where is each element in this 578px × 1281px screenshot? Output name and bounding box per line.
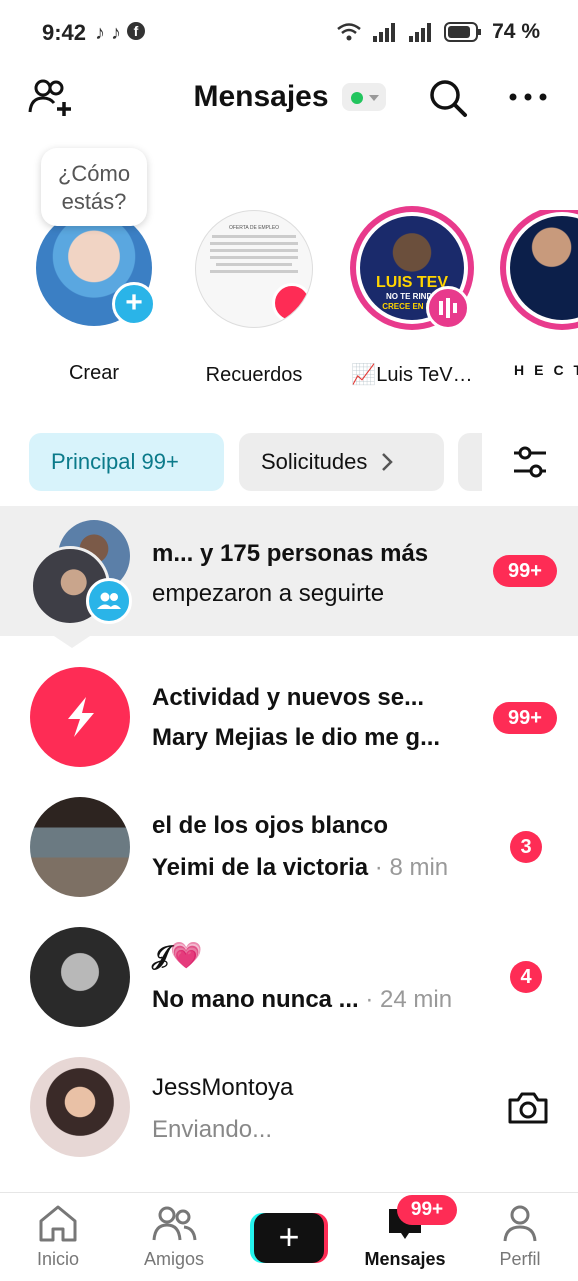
- list-item-conversation[interactable]: 𝒥💗 No mano nunca ... · 24 min 4: [0, 912, 578, 1042]
- message-preview: No mano nunca ... · 24 min: [152, 986, 452, 1014]
- list-item-conversation[interactable]: JessMontoya Enviando...: [0, 1042, 578, 1172]
- status-time: 9:42: [42, 20, 87, 45]
- signal-icon: [373, 23, 396, 42]
- tab-principal[interactable]: Principal 99+: [29, 433, 224, 491]
- facebook-notification-icon: f: [127, 22, 145, 40]
- tiktok-notification-icon: ♪: [111, 22, 121, 44]
- tiktok-notification-icon: ♪: [95, 22, 105, 44]
- unread-badge: 99+: [493, 555, 557, 587]
- bottom-nav: Inicio Amigos + Mensajes 99+ Perfil: [0, 1192, 578, 1281]
- nav-profile[interactable]: Perfil: [470, 1203, 570, 1270]
- avatar: [30, 797, 130, 897]
- story-memories[interactable]: OFERTA DE EMPLEO Recuerdos: [184, 210, 324, 387]
- nav-home[interactable]: Inicio: [8, 1203, 108, 1270]
- add-story-icon[interactable]: +: [112, 282, 156, 326]
- message-text: No mano nunca ...: [152, 986, 359, 1013]
- avatar: OFERTA DE EMPLEO: [195, 210, 313, 328]
- tab-overflow[interactable]: [458, 433, 482, 491]
- message-preview: Enviando...: [152, 1116, 273, 1143]
- avatar: [30, 927, 130, 1027]
- create-post-button[interactable]: +: [250, 1213, 328, 1263]
- list-separator-arrow: [54, 636, 90, 648]
- story-create[interactable]: + Crear: [24, 210, 164, 385]
- message-preview: Yeimi de la victoria · 8 min: [152, 854, 448, 882]
- message-text: Yeimi de la victoria: [152, 854, 369, 881]
- online-dot-icon: [351, 92, 363, 104]
- story-luis[interactable]: LUIS TEV NO TE RINDA CRECE EN MI L 📈Luis…: [342, 206, 482, 387]
- nav-messages[interactable]: Mensajes 99+: [355, 1195, 457, 1270]
- message-time: · 8 min: [374, 854, 449, 881]
- signal-icon: [409, 23, 432, 42]
- battery-level: 74 %: [492, 20, 540, 43]
- nav-label: Mensajes: [364, 1249, 446, 1269]
- message-title: JessMontoya: [152, 1074, 294, 1101]
- nav-label: Amigos: [143, 1249, 205, 1269]
- followers-icon: [86, 578, 132, 624]
- avatar: [500, 210, 578, 330]
- friends-icon: [152, 1206, 197, 1241]
- status-bubble: ¿Cómo estás?: [41, 148, 147, 226]
- message-title: Actividad y nuevos se...: [152, 684, 425, 711]
- chevron-right-icon: [382, 453, 394, 471]
- plus-icon: +: [254, 1213, 324, 1263]
- list-item-activity[interactable]: Actividad y nuevos se... Mary Mejias le …: [0, 652, 578, 782]
- live-audio-icon: [426, 286, 470, 330]
- message-preview: empezaron a seguirte: [152, 580, 385, 607]
- story-hect[interactable]: HECT: [500, 210, 578, 378]
- story-label: Crear: [68, 362, 119, 384]
- list-item-followers[interactable]: m... y 175 personas más empezaron a segu…: [0, 506, 578, 636]
- activity-icon: [30, 667, 130, 767]
- tab-label: Solicitudes: [261, 449, 368, 474]
- message-title: 𝒥💗: [152, 940, 203, 970]
- camera-icon[interactable]: [506, 1090, 550, 1126]
- profile-icon: [503, 1205, 537, 1242]
- avatar: LUIS TEV NO TE RINDA CRECE EN MI L: [350, 206, 474, 330]
- unread-badge: 99+: [397, 1195, 457, 1225]
- tab-requests[interactable]: Solicitudes: [239, 433, 444, 491]
- unread-badge: 99+: [493, 702, 557, 734]
- unread-badge: 4: [510, 961, 542, 993]
- avatar: [30, 1057, 130, 1157]
- chevron-down-icon: [369, 95, 379, 101]
- story-label: HECT: [514, 362, 578, 378]
- story-label: Recuerdos: [205, 364, 303, 386]
- message-time: · 24 min: [365, 986, 453, 1013]
- message-title: m... y 175 personas más: [152, 540, 429, 567]
- message-title: el de los ojos blanco: [152, 812, 389, 839]
- nav-label: Inicio: [36, 1249, 80, 1269]
- online-status-toggle[interactable]: [342, 83, 386, 111]
- document-thumbnail: OFERTA DE EMPLEO: [228, 225, 280, 231]
- filter-settings-icon[interactable]: [512, 444, 548, 480]
- unread-badge: 3: [510, 831, 542, 863]
- nav-friends[interactable]: Amigos: [124, 1203, 224, 1270]
- story-label: 📈Luis TeV…: [351, 364, 473, 386]
- avatar: +: [36, 210, 156, 326]
- home-icon: [39, 1205, 77, 1242]
- more-options-icon[interactable]: [508, 92, 548, 102]
- page-title: Mensajes: [193, 80, 329, 113]
- status-bar: 9:42 ♪ ♪ f 74 %: [0, 0, 578, 64]
- battery-icon: [444, 22, 482, 42]
- record-icon: [272, 283, 312, 323]
- nav-label: Perfil: [499, 1249, 541, 1269]
- message-preview: Mary Mejias le dio me g...: [152, 724, 441, 751]
- list-item-conversation[interactable]: el de los ojos blanco Yeimi de la victor…: [0, 782, 578, 912]
- wifi-icon: [337, 23, 361, 41]
- search-icon[interactable]: [428, 78, 468, 118]
